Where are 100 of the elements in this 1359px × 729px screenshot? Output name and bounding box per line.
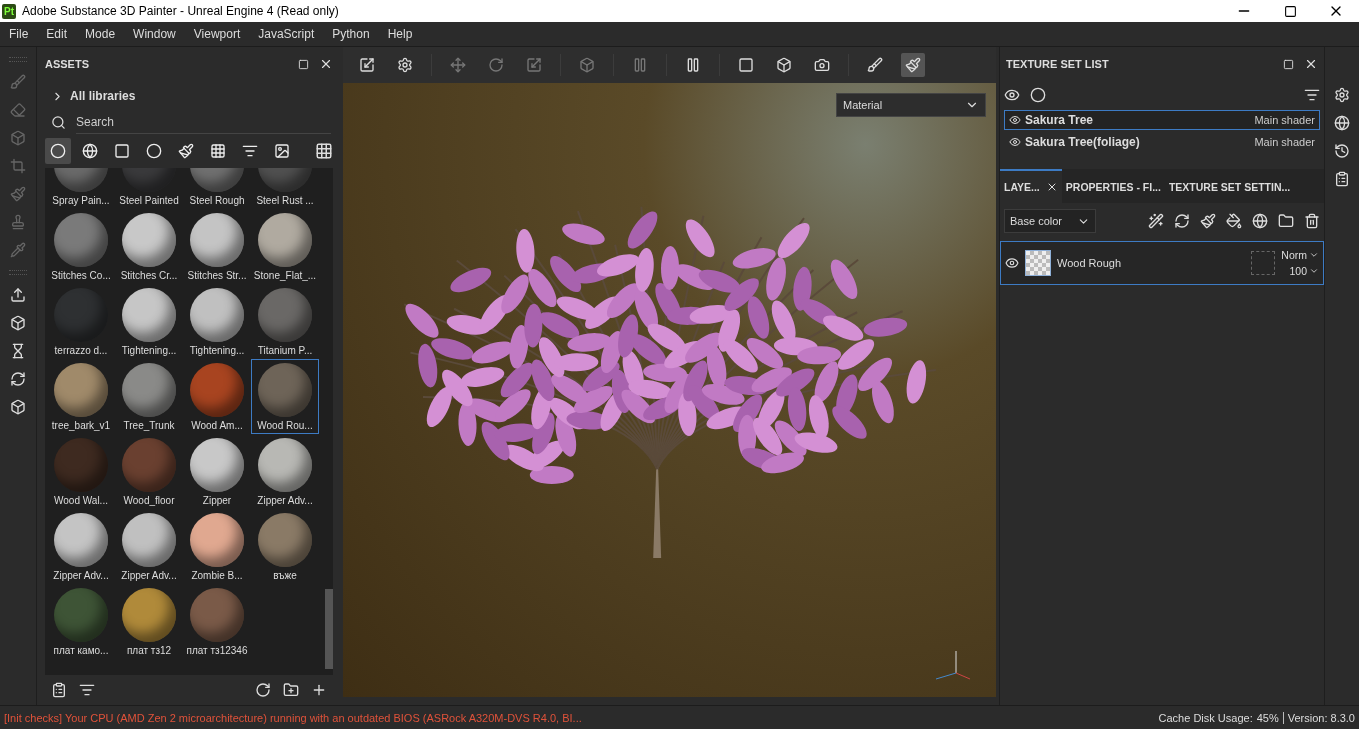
filter-button[interactable] <box>45 138 71 164</box>
eye-icon[interactable] <box>1009 136 1021 148</box>
globe-icon[interactable] <box>1334 115 1350 131</box>
asset-tile[interactable]: плат камо... <box>47 584 115 659</box>
status-message: [Init checks] Your CPU (AMD Zen 2 microarchitecture) running with an outdated BIOS (ASRock A320M-DVS R4.0, BI... <box>4 711 583 724</box>
asset-tile[interactable]: Steel Rough <box>183 168 251 209</box>
circle-icon <box>146 143 162 159</box>
fill-icon[interactable] <box>1226 213 1242 229</box>
menu-item[interactable]: Help <box>378 27 422 41</box>
paintbrush-icon[interactable] <box>905 57 921 73</box>
asset-tile[interactable]: Zipper Adv... <box>115 509 183 584</box>
filter-icon[interactable] <box>1304 87 1320 103</box>
asset-tile[interactable]: Wood Rou... <box>251 359 319 434</box>
layer-row[interactable]: Wood Rough Norm 100 <box>1000 241 1324 285</box>
brush-icon[interactable] <box>867 57 883 73</box>
eye-icon[interactable] <box>1004 87 1020 103</box>
camera-icon[interactable] <box>814 57 830 73</box>
settings-icon[interactable] <box>397 57 413 73</box>
refresh-icon[interactable] <box>1174 213 1190 229</box>
texture-set-row[interactable]: Sakura Tree Main shader <box>1004 110 1320 130</box>
asset-tile[interactable]: Zipper <box>183 434 251 509</box>
refresh-icon[interactable] <box>10 371 26 387</box>
eraser-icon[interactable] <box>10 102 26 118</box>
export-icon[interactable] <box>10 287 26 303</box>
asset-tile[interactable]: Tightening... <box>115 284 183 359</box>
menu-item[interactable]: Python <box>323 27 379 41</box>
panel-tab[interactable]: LAYE... <box>1000 169 1062 203</box>
panel-tab[interactable]: TEXTURE SET SETTIN... <box>1164 169 1295 203</box>
grip-handle[interactable] <box>9 57 27 62</box>
box-icon[interactable] <box>10 315 26 331</box>
clipboard-icon[interactable] <box>1334 171 1350 187</box>
opacity-dropdown[interactable]: 100 <box>1289 265 1319 277</box>
move-icon[interactable] <box>450 57 466 73</box>
asset-label: Zipper Adv... <box>53 570 109 581</box>
sphere-icon <box>50 143 66 159</box>
pause-icon[interactable] <box>685 57 701 73</box>
folder-icon[interactable] <box>1278 213 1294 229</box>
viewport-canvas[interactable]: Material <box>343 83 996 697</box>
display-mode-dropdown[interactable]: Material <box>836 93 986 117</box>
blend-mode-dropdown[interactable]: Norm <box>1281 249 1319 261</box>
texture-set-name: Sakura Tree(foliage) <box>1025 135 1141 149</box>
asset-tile[interactable]: плат тз12346 <box>183 584 251 659</box>
transform-icon[interactable] <box>359 57 375 73</box>
menu-item[interactable]: Window <box>124 27 185 41</box>
undock-icon[interactable] <box>1283 58 1294 70</box>
wand-icon[interactable] <box>1148 213 1164 229</box>
asset-tile[interactable]: Wood Am... <box>183 359 251 434</box>
pipette-icon[interactable] <box>10 242 26 258</box>
asset-tile[interactable]: tree_bark_v1 <box>47 359 115 434</box>
panel-tab[interactable]: PROPERTIES - FI... <box>1061 169 1165 203</box>
asset-tile[interactable]: Wood Wal... <box>47 434 115 509</box>
asset-tile[interactable]: въже <box>251 509 319 584</box>
asset-tile[interactable]: Tightening... <box>183 284 251 359</box>
rotate-icon[interactable] <box>488 57 504 73</box>
history-icon[interactable] <box>1334 143 1350 159</box>
menu-item[interactable]: Mode <box>76 27 125 41</box>
asset-tile[interactable]: Titanium P... <box>251 284 319 359</box>
asset-tile[interactable]: Tree_Trunk <box>115 359 183 434</box>
stamp-icon[interactable] <box>10 214 26 230</box>
folder-icon[interactable] <box>283 682 299 698</box>
asset-tile[interactable]: Wood_floor <box>115 434 183 509</box>
app-logo: Pt <box>2 3 16 19</box>
close-icon[interactable] <box>1304 57 1318 71</box>
menu-item[interactable]: JavaScript <box>249 27 324 41</box>
asset-tile[interactable]: terrazzo d... <box>47 284 115 359</box>
search-field[interactable]: Search <box>76 111 331 134</box>
scrollbar-thumb[interactable] <box>325 589 333 669</box>
box-icon[interactable] <box>10 399 26 415</box>
trash-icon[interactable] <box>1304 213 1320 229</box>
channel-dropdown[interactable]: Base color <box>1004 209 1096 233</box>
maximize-icon[interactable] <box>1283 4 1297 18</box>
texture-set-row[interactable]: Sakura Tree(foliage) Main shader <box>1004 132 1320 152</box>
asset-tile[interactable]: Stitches Cr... <box>115 209 183 284</box>
menu-item[interactable]: Viewport <box>184 27 250 41</box>
add-icon[interactable] <box>311 682 327 698</box>
shader-name: Main shader <box>1254 114 1315 126</box>
asset-tile[interactable]: Zombie B... <box>183 509 251 584</box>
scale-icon[interactable] <box>526 57 542 73</box>
refresh-icon[interactable] <box>255 682 271 698</box>
asset-tile[interactable]: плат тз12 <box>115 584 183 659</box>
close-icon[interactable] <box>319 57 333 71</box>
menu-item[interactable]: Edit <box>37 27 77 41</box>
menu-item[interactable]: File <box>0 27 38 41</box>
eye-icon[interactable] <box>1005 256 1019 270</box>
undock-icon[interactable] <box>298 58 309 70</box>
settings-icon[interactable] <box>1334 87 1350 103</box>
hourglass-icon[interactable] <box>10 343 26 359</box>
eye-icon[interactable] <box>1009 114 1021 126</box>
asset-tile[interactable]: Spray Pain... <box>47 168 115 209</box>
grid-icon[interactable] <box>315 142 333 160</box>
asset-tile[interactable]: Zipper Adv... <box>251 434 319 509</box>
grip-handle[interactable] <box>9 270 27 275</box>
brush-icon[interactable] <box>1200 213 1216 229</box>
library-name[interactable]: All libraries <box>70 89 136 103</box>
asset-tile[interactable]: Stitches Str... <box>183 209 251 284</box>
asset-tile[interactable]: Steel Rust ... <box>251 168 319 209</box>
asset-tile[interactable]: Zipper Adv... <box>47 509 115 584</box>
asset-tile[interactable]: Stitches Co... <box>47 209 115 284</box>
asset-tile[interactable]: Stone_Flat_... <box>251 209 319 284</box>
asset-tile[interactable]: Steel Painted <box>115 168 183 209</box>
